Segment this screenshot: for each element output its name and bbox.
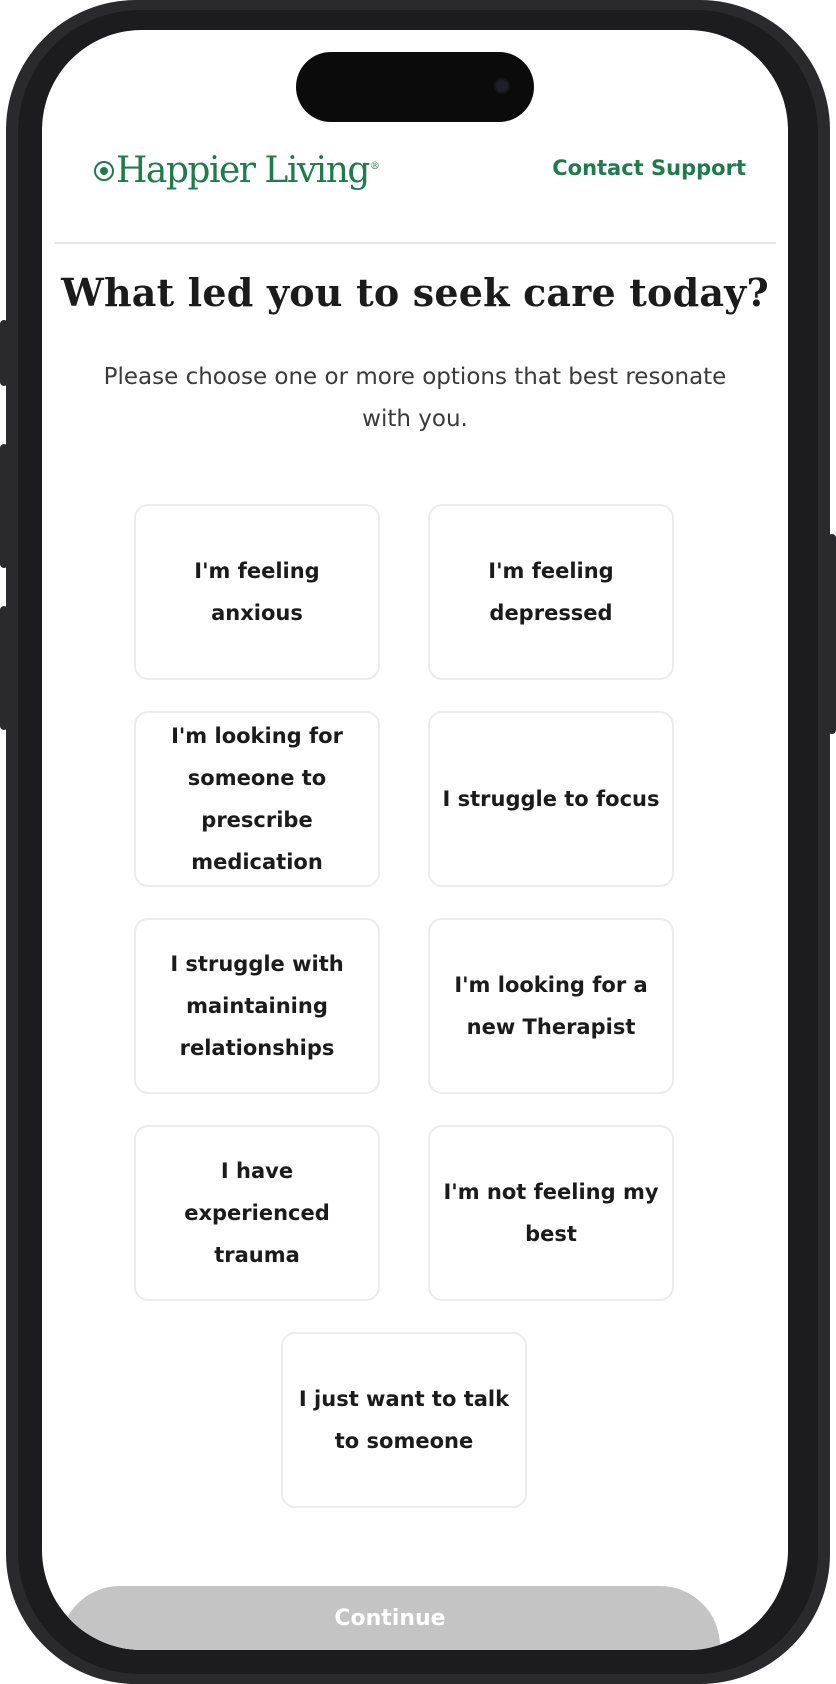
option-card-anxious[interactable]: I'm feeling anxious <box>134 504 380 680</box>
page-subtitle: Please choose one or more options that b… <box>103 364 727 432</box>
contact-support-link[interactable]: Contact Support <box>552 156 746 180</box>
brand-logo[interactable]: Happier Living <box>94 150 378 191</box>
option-card-talk[interactable]: I just want to talk to someone <box>281 1332 527 1508</box>
option-card-trauma[interactable]: I have experienced trauma <box>134 1125 380 1301</box>
option-card-new-therapist[interactable]: I'm looking for a new Therapist <box>428 918 674 1094</box>
option-card-medication[interactable]: I'm looking for someone to prescribe med… <box>134 711 380 887</box>
volume-up-button <box>0 444 8 568</box>
action-button <box>0 320 8 386</box>
camera-lens-icon <box>494 78 510 94</box>
option-card-depressed[interactable]: I'm feeling depressed <box>428 504 674 680</box>
top-header: Happier Living Contact Support <box>54 110 776 244</box>
option-card-relationships[interactable]: I struggle with maintaining relationship… <box>134 918 380 1094</box>
volume-down-button <box>0 606 8 730</box>
leaf-logo-icon <box>94 160 114 181</box>
brand-name: Happier Living <box>116 150 378 191</box>
option-card-focus[interactable]: I struggle to focus <box>428 711 674 887</box>
power-button <box>828 534 836 734</box>
page-title: What led you to seek care today? <box>61 270 769 315</box>
continue-button[interactable]: Continue <box>60 1586 720 1650</box>
option-card-not-best[interactable]: I'm not feeling my best <box>428 1125 674 1301</box>
app-screen: Happier Living Contact Support What led … <box>42 30 788 1650</box>
